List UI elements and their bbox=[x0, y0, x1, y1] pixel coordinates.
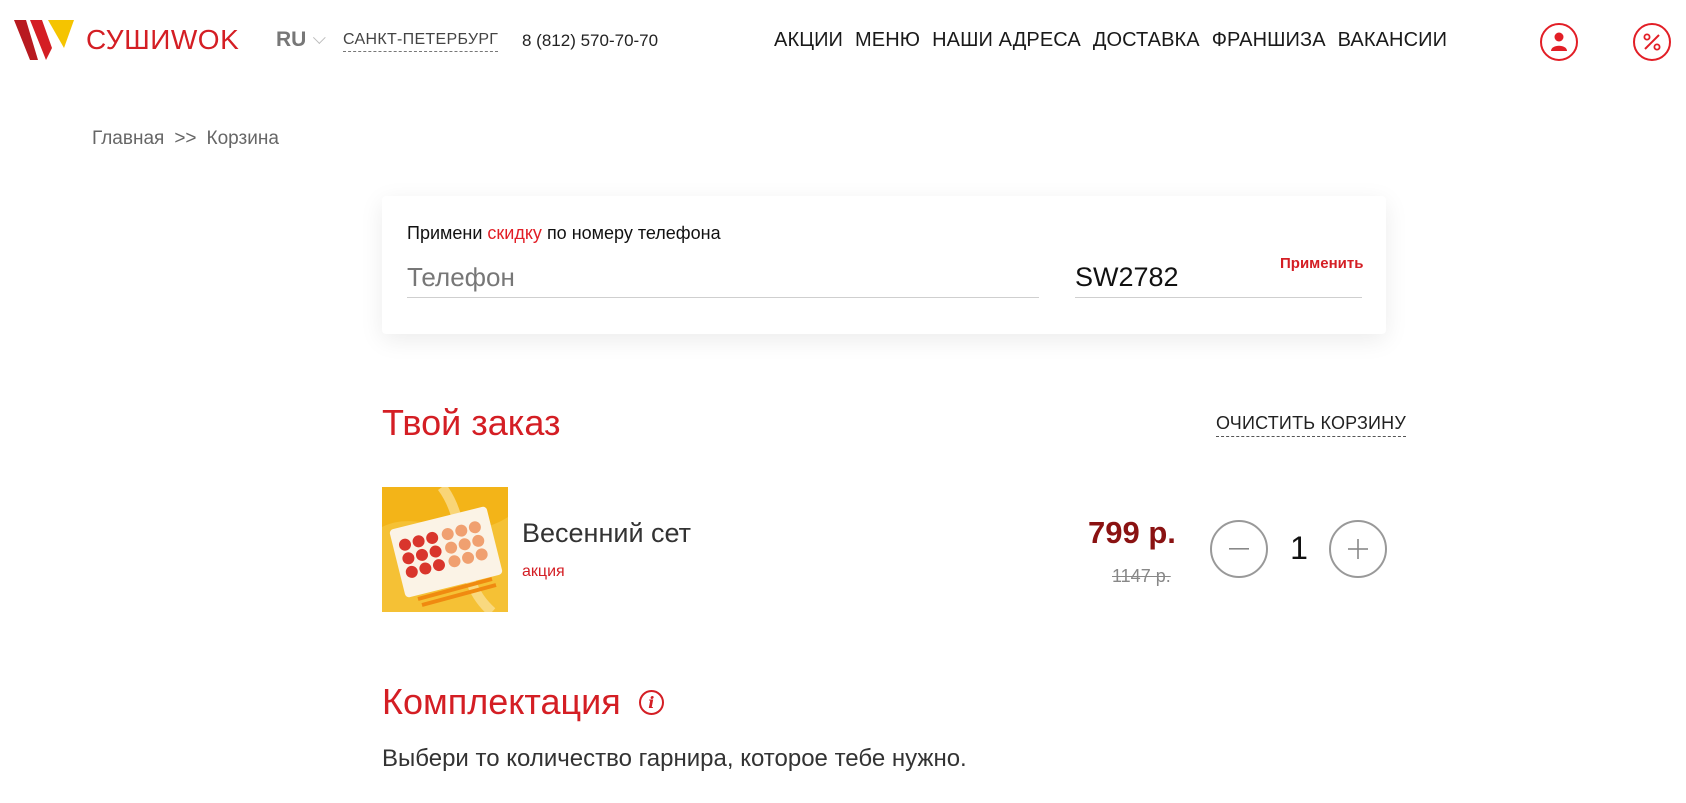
logo[interactable]: СУШИWOK bbox=[12, 18, 239, 62]
breadcrumb-separator: >> bbox=[174, 128, 197, 149]
user-icon[interactable] bbox=[1540, 23, 1578, 61]
increase-quantity-button[interactable] bbox=[1329, 520, 1387, 578]
nav-item-promotions[interactable]: АКЦИИ bbox=[774, 29, 843, 52]
order-title: Твой заказ bbox=[382, 402, 561, 443]
apply-button[interactable]: Применить bbox=[1280, 255, 1363, 272]
discount-title-accent: скидку bbox=[487, 223, 542, 243]
breadcrumb: Главная >> Корзина bbox=[92, 128, 279, 150]
phone-input[interactable] bbox=[407, 258, 1039, 298]
quantity-value: 1 bbox=[1290, 530, 1308, 566]
discount-title-end: по номеру телефона bbox=[546, 223, 721, 243]
equipment-description: Выбери то количество гарнира, которое те… bbox=[382, 745, 967, 772]
logo-mark-icon bbox=[14, 20, 74, 60]
discount-title-start: Примени bbox=[407, 223, 483, 243]
site-header: СУШИWOK RU САНКТ-ПЕТЕРБУРГ 8 (812) 570-7… bbox=[0, 0, 1686, 82]
decrease-quantity-button[interactable] bbox=[1210, 520, 1268, 578]
percent-icon[interactable] bbox=[1633, 23, 1671, 61]
product-image[interactable] bbox=[382, 487, 508, 612]
info-icon[interactable]: i bbox=[638, 689, 664, 715]
clear-cart-button[interactable]: ОЧИСТИТЬ КОРЗИНУ bbox=[1216, 413, 1407, 437]
language-selector[interactable]: RU bbox=[276, 28, 327, 52]
minus-icon bbox=[1229, 548, 1249, 550]
nav-item-menu[interactable]: МЕНЮ bbox=[855, 29, 920, 52]
discount-card-title: Примени скидку по номеру телефона bbox=[407, 223, 721, 244]
nav-item-franchise[interactable]: ФРАНШИЗА bbox=[1212, 29, 1326, 52]
nav-item-vacancies[interactable]: ВАКАНСИИ bbox=[1338, 29, 1447, 52]
promo-tag: акция bbox=[522, 563, 565, 580]
breadcrumb-current: Корзина bbox=[206, 128, 279, 149]
equipment-section-title: Комплектация i bbox=[382, 681, 664, 723]
logo-text: СУШИWOK bbox=[86, 24, 240, 55]
city-selector[interactable]: САНКТ-ПЕТЕРБУРГ bbox=[343, 31, 499, 52]
plus-icon bbox=[1348, 539, 1368, 559]
nav-item-addresses[interactable]: НАШИ АДРЕСА bbox=[932, 29, 1081, 52]
product-old-price: 1147 р. bbox=[1112, 566, 1171, 586]
main-nav: АКЦИИ МЕНЮ НАШИ АДРЕСА ДОСТАВКА ФРАНШИЗА… bbox=[774, 29, 1447, 52]
discount-card: Примени скидку по номеру телефона Примен… bbox=[382, 196, 1386, 334]
equipment-title-text: Комплектация bbox=[382, 681, 621, 722]
header-phone[interactable]: 8 (812) 570-70-70 bbox=[522, 31, 658, 51]
chevron-down-icon bbox=[313, 30, 327, 44]
language-label: RU bbox=[276, 28, 307, 51]
nav-item-delivery[interactable]: ДОСТАВКА bbox=[1093, 29, 1200, 52]
product-name[interactable]: Весенний сет bbox=[522, 518, 691, 549]
product-price: 799 р. bbox=[1088, 515, 1176, 550]
breadcrumb-home[interactable]: Главная bbox=[92, 128, 164, 150]
